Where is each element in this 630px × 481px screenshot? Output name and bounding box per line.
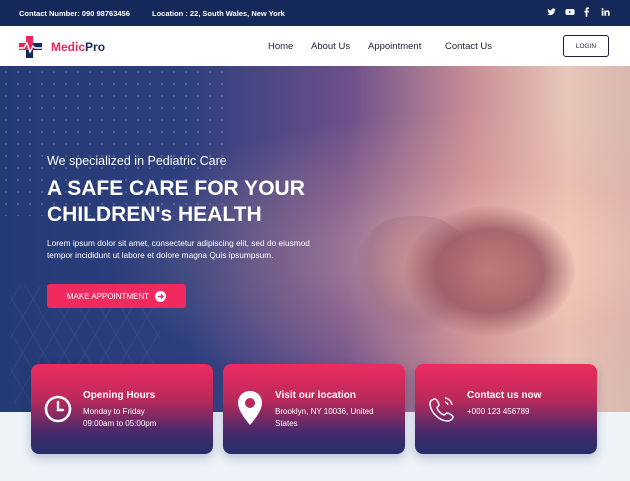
card-title: Opening Hours [83,390,156,401]
location-text: Location : 22, South Wales, New York [152,9,285,18]
clock-icon [42,392,74,426]
youtube-icon[interactable] [565,7,575,17]
arrow-right-icon [155,290,167,302]
nav-home[interactable]: Home [268,41,293,52]
logo[interactable]: MedicPro [17,34,105,60]
card-title: Visit our location [275,390,356,401]
top-info-bar: Contact Number: 090 98763456 Location : … [0,0,630,26]
card-line: 09:00am to 05:00pm [83,419,157,428]
card-line: Monday to Friday [83,407,145,416]
medical-cross-icon [17,34,47,60]
hero-subtitle: We specialized in Pediatric Care [47,154,227,168]
card-title: Contact us now [467,390,542,401]
hero-section: We specialized in Pediatric Care A SAFE … [0,66,630,412]
contact-card: Contact us now +000 123 456789 [415,364,597,454]
hero-title-line1: A SAFE CARE FOR YOUR [47,177,305,200]
make-appointment-button[interactable]: MAKE APPOINTMENT [47,284,186,308]
hero-title: A SAFE CARE FOR YOUR CHILDREN's HEALTH [47,176,367,228]
facebook-icon[interactable] [583,7,592,18]
login-button[interactable]: LOGIN [563,35,609,57]
hero-baby-image [405,206,575,336]
card-line: +000 123 456789 [467,407,530,416]
hero-description: Lorem ipsum dolor sit amet, consectetur … [47,238,310,260]
brand-name: MedicPro [51,40,105,54]
nav-appointment[interactable]: Appointment [368,41,421,52]
brand-name-part2: Pro [85,40,106,54]
contact-number: Contact Number: 090 98763456 [19,9,130,18]
hero-title-line2: CHILDREN's HEALTH [47,203,262,226]
phone-icon [426,392,458,426]
location-card: Visit our location Brooklyn, NY 10036, U… [223,364,405,454]
nav-about-us[interactable]: About Us [311,41,350,52]
card-line: States [275,419,298,428]
map-pin-icon [234,391,266,426]
brand-name-part1: Medic [51,40,86,54]
make-appointment-label: MAKE APPOINTMENT [66,291,150,301]
linkedin-icon[interactable] [601,7,610,17]
main-header: MedicPro Home About Us Appointment Conta… [0,26,630,66]
opening-hours-card: Opening Hours Monday to Friday 09:00am t… [31,364,213,454]
social-links [547,7,610,18]
twitter-icon[interactable] [547,7,556,17]
nav-contact-us[interactable]: Contact Us [445,41,492,52]
card-line: Brooklyn, NY 10036, United [275,407,374,416]
